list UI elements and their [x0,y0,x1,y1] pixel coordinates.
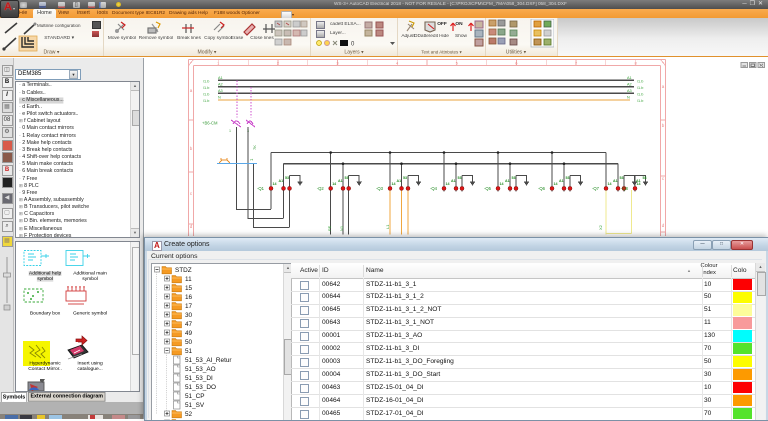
svg-text:A1: A1 [559,179,564,183]
svg-text:6: 6 [515,61,518,66]
svg-text:53: 53 [345,176,349,180]
svg-text:c: c [190,191,193,196]
svg-text:47: 47 [185,320,193,327]
svg-text:53: 53 [458,176,462,180]
svg-text:/1.b: /1.b [203,79,209,83]
svg-text:14: 14 [446,182,450,186]
svg-text:+B6-CM: +B6-CM [202,121,218,126]
svg-text:14: 14 [608,182,612,186]
svg-text:-Q2: -Q2 [317,186,325,191]
svg-text:A1: A1 [218,76,223,80]
svg-text:4: 4 [396,61,399,66]
svg-text:1: 1 [217,61,220,66]
svg-text:-Q4: -Q4 [430,186,438,191]
svg-text:14: 14 [554,182,558,186]
svg-text:14: 14 [500,182,504,186]
svg-text:53: 53 [566,176,570,180]
svg-text:51_53_DI: 51_53_DI [185,374,213,381]
svg-text:2: 2 [277,61,280,66]
svg-text:/1.b: /1.b [637,99,643,103]
svg-text:1: 1 [229,129,231,133]
svg-text:A2: A2 [218,83,223,87]
svg-text:-Q8: -Q8 [621,186,629,191]
svg-text:b: b [662,123,665,128]
svg-text:51_53_DO: 51_53_DO [185,383,216,390]
svg-text:51_53_AI_Retur: 51_53_AI_Retur [185,356,232,363]
svg-text:/1.b: /1.b [203,86,209,90]
svg-text:53: 53 [643,176,647,180]
svg-text:N: N [627,96,630,100]
svg-text:/1.b: /1.b [637,79,643,83]
svg-text:A1: A1 [636,179,641,183]
svg-text:d: d [190,224,193,229]
svg-text:3: 3 [336,61,339,66]
svg-text:53: 53 [620,176,624,180]
svg-text:5: 5 [456,61,459,66]
svg-text:b: b [190,146,193,151]
svg-text:A3: A3 [627,89,632,93]
svg-text:7: 7 [575,61,578,66]
svg-text:49: 49 [185,329,193,336]
svg-text:11: 11 [185,275,192,282]
svg-text:A2: A2 [627,83,632,87]
svg-text:17: 17 [185,302,193,309]
svg-text:A1: A1 [613,179,618,183]
svg-text:51_CP: 51_CP [185,392,205,399]
svg-text:51_53_AO: 51_53_AO [185,365,216,372]
svg-text:A1: A1 [505,179,510,183]
svg-text:A3: A3 [218,89,223,93]
svg-text:30: 30 [185,311,193,318]
svg-text:/1.b: /1.b [203,99,209,103]
svg-text:a: a [190,88,193,93]
svg-text:-Q5: -Q5 [484,186,492,191]
svg-text:/1.b: /1.b [637,86,643,90]
svg-text:L1: L1 [385,224,390,229]
svg-text:/1.b: /1.b [637,92,643,96]
svg-text:X2: X2 [598,224,603,230]
svg-text:51_SV: 51_SV [185,401,205,408]
svg-text:N: N [218,96,221,100]
svg-text:1: 1 [249,158,254,161]
svg-text:-Q6: -Q6 [538,186,546,191]
svg-text:PE: PE [327,225,332,231]
svg-text:50: 50 [185,338,193,345]
svg-text:14: 14 [392,182,396,186]
svg-text:N1: N1 [339,225,344,231]
svg-text:c: c [662,176,665,181]
svg-text:a: a [662,84,665,89]
svg-text:A1: A1 [279,179,284,183]
svg-text:16: 16 [185,293,193,300]
svg-text:7K: 7K [252,145,257,150]
svg-text:A1: A1 [451,179,456,183]
svg-text:14: 14 [332,182,336,186]
svg-text:A1: A1 [338,179,343,183]
svg-text:14: 14 [273,182,277,186]
svg-text:-Q3: -Q3 [376,186,384,191]
svg-text:0: 0 [351,42,355,48]
svg-text:53: 53 [403,176,407,180]
svg-text:53: 53 [512,176,516,180]
svg-text:53: 53 [285,176,289,180]
svg-text:15: 15 [185,284,193,291]
svg-text:A1: A1 [627,76,632,80]
svg-text:-Q7: -Q7 [592,186,600,191]
svg-text:-Q1: -Q1 [257,186,265,191]
svg-text:A1: A1 [397,179,402,183]
svg-text:STDZ: STDZ [175,266,192,273]
svg-text:/1.b: /1.b [203,92,209,96]
svg-text:8: 8 [635,61,638,66]
svg-text:51: 51 [185,347,193,354]
svg-text:d: d [662,223,665,228]
svg-text:52: 52 [185,410,193,417]
